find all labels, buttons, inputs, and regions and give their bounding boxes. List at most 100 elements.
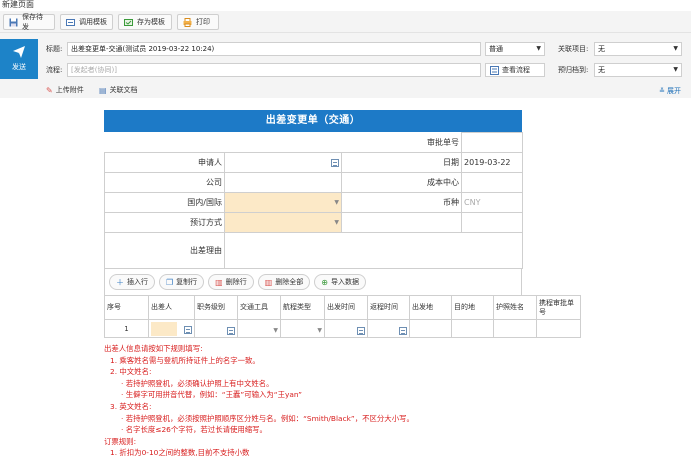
date-label: 日期: [340, 152, 463, 173]
company-field[interactable]: [224, 172, 342, 193]
related-project-label: 关联项目:: [558, 45, 589, 53]
import-data-button[interactable]: ⊕ 导入数据: [314, 274, 366, 290]
ctrip-approval-cell[interactable]: [536, 319, 581, 338]
calendar-icon: [184, 325, 192, 334]
calendar-icon[interactable]: [357, 326, 365, 335]
toolbar: 保存待发 调用模板 存为模板 打印: [0, 11, 691, 33]
form-title: 出差变更单（交通）: [104, 110, 522, 132]
importance-select[interactable]: 普通 ▼: [485, 42, 545, 56]
archive-value: 无: [598, 66, 605, 74]
import-icon: ⊕: [321, 277, 328, 287]
flow-input[interactable]: [发起者(协同)]: [67, 63, 481, 77]
column-header: 携程审批单号: [536, 295, 581, 320]
archive-select[interactable]: 无 ▼: [594, 63, 682, 77]
printer-icon: [183, 17, 192, 27]
view-flow-label: 查看流程: [502, 66, 530, 74]
job-level-cell[interactable]: [194, 319, 238, 338]
cost-center-label: 成本中心: [340, 172, 463, 193]
origin-cell[interactable]: [409, 319, 452, 338]
reason-field[interactable]: [223, 232, 524, 269]
rules-line: · 若持护照登机，必须确认护照上有中文姓名。: [121, 378, 274, 388]
related-project-select[interactable]: 无 ▼: [594, 42, 682, 56]
column-header: 出发时间: [324, 295, 368, 320]
rules-line: 2. 中文姓名:: [110, 367, 152, 377]
destination-cell[interactable]: [451, 319, 494, 338]
view-flow-button[interactable]: 查看流程: [485, 63, 545, 77]
calendar-icon: [331, 158, 339, 167]
departure-time-cell[interactable]: [324, 319, 368, 338]
booking-select[interactable]: ▼: [224, 212, 342, 233]
table-row: 1 ▼ ▼: [104, 319, 581, 338]
related-doc-link[interactable]: ▤ 关联文档: [99, 85, 138, 95]
rules-line: 1. 折扣为0-10之间的整数,目前不支持小数: [110, 448, 250, 458]
chevron-down-icon: ▼: [673, 45, 678, 52]
return-time-cell[interactable]: [367, 319, 410, 338]
rules-line: 1. 乘客姓名需与登机所持证件上的名字一致。: [110, 355, 260, 365]
passport-name-cell[interactable]: [493, 319, 537, 338]
detail-header-row: 序号 出差人 职务级别 交通工具 航程类型 出发时间 返程时间 出发地 目的地 …: [104, 295, 581, 320]
picker-icon[interactable]: [331, 158, 339, 167]
picker-icon[interactable]: [184, 325, 192, 334]
approval-no-value: [461, 132, 524, 153]
insert-row-button[interactable]: ＋插入行: [109, 274, 155, 290]
row-toolbar: ＋插入行 ❐ 复制行 ▥ 删除行 ▥ 删除全部 ⊕ 导入数据: [104, 269, 522, 295]
save-as-template-button[interactable]: 存为模板: [118, 14, 172, 30]
use-template-button[interactable]: 调用模板: [60, 14, 113, 30]
chevron-down-icon: ▼: [536, 45, 541, 52]
save-draft-button[interactable]: 保存待发: [3, 13, 55, 31]
traveler-cell[interactable]: [148, 319, 195, 338]
subject-label: 标题:: [46, 45, 63, 53]
flow-icon: [490, 65, 499, 75]
double-chevron-down-icon: ≚: [659, 87, 665, 95]
rules-line: 订票规则:: [104, 436, 137, 446]
route-type-select[interactable]: ▼: [280, 319, 325, 338]
upload-attachment-link[interactable]: ✎ 上传附件: [46, 85, 84, 95]
paperclip-icon: ✎: [46, 85, 53, 95]
column-header: 护照姓名: [493, 295, 537, 320]
copy-row-button[interactable]: ❐ 复制行: [159, 274, 205, 290]
copy-row-label: 复制行: [176, 278, 198, 286]
print-button[interactable]: 打印: [177, 14, 219, 30]
column-header: 目的地: [451, 295, 494, 320]
import-data-label: 导入数据: [331, 278, 359, 286]
trash-icon: ▥: [215, 277, 223, 287]
importance-value: 普通: [489, 45, 503, 53]
date-value[interactable]: 2019-03-22: [461, 152, 524, 173]
form-header-table: 审批单号 申请人 日期 2019-03-22 公司 成本中心 国内/国际 ▼ 币…: [104, 132, 524, 269]
calendar-icon: [227, 326, 235, 335]
subject-input[interactable]: 出差变更单-交通(测试员 2019-03-22 10:24): [67, 42, 481, 56]
upload-label: 上传附件: [55, 86, 84, 94]
document-icon: ▤: [99, 85, 107, 95]
expand-toggle[interactable]: ≚ 展开: [659, 86, 681, 96]
column-header: 出差人: [148, 295, 195, 320]
empty-cell: [461, 212, 524, 233]
save-icon: [9, 18, 18, 27]
picker-icon[interactable]: [227, 326, 235, 335]
plus-icon: ＋: [116, 277, 124, 287]
template-save-icon: [124, 18, 133, 27]
delete-row-button[interactable]: ▥ 删除行: [208, 274, 254, 290]
cost-center-field[interactable]: [461, 172, 524, 193]
column-header: 返程时间: [367, 295, 410, 320]
print-label: 打印: [196, 18, 210, 26]
transport-select[interactable]: ▼: [237, 319, 281, 338]
chevron-down-icon: ▼: [334, 199, 339, 206]
domestic-select[interactable]: ▼: [224, 192, 342, 213]
calendar-icon[interactable]: [399, 326, 407, 335]
flow-label: 流程:: [46, 66, 63, 74]
applicant-label: 申请人: [104, 152, 225, 173]
applicant-field[interactable]: [224, 152, 342, 173]
send-button[interactable]: 发送: [0, 39, 38, 79]
save-draft-label: 保存待发: [22, 13, 43, 31]
empty-cell: [340, 212, 463, 233]
rules-line: · 生僻字可用拼音代替，例如：“王蠹”可输入为“王yan”: [121, 390, 303, 400]
row-number: 1: [104, 319, 149, 338]
currency-label: 币种: [340, 192, 463, 213]
column-header: 航程类型: [280, 295, 325, 320]
chevron-down-icon: ▼: [673, 66, 678, 73]
delete-all-button[interactable]: ▥ 删除全部: [257, 274, 311, 290]
copy-icon: ❐: [166, 277, 174, 287]
related-doc-label: 关联文档: [109, 86, 138, 94]
delete-all-label: 删除全部: [275, 278, 304, 286]
column-header: 出发地: [409, 295, 452, 320]
